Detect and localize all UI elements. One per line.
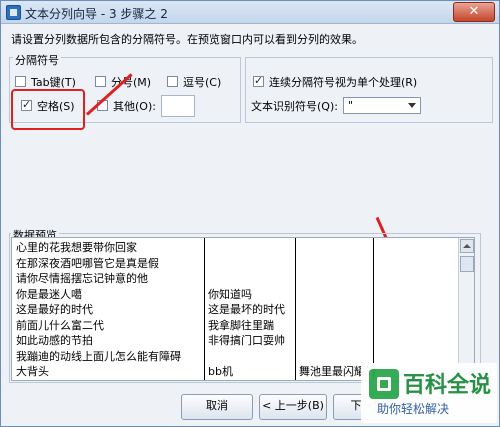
preview-row: 在那深夜酒吧哪管它是真是假 [12, 256, 458, 271]
preview-cell: 前面儿什么富二代 [16, 318, 104, 332]
comma-checkbox[interactable] [167, 76, 178, 87]
scroll-up-icon[interactable] [460, 239, 474, 253]
cancel-button[interactable]: 取消 [181, 394, 253, 420]
qualifier-label: 文本识别符号(Q): [251, 100, 338, 113]
delimiter-group-label: 分隔符号 [13, 52, 61, 68]
watermark-subtitle: 助你轻松解决 [377, 402, 450, 416]
watermark-logo-icon [369, 369, 399, 399]
preview-scrollbar[interactable] [458, 238, 474, 380]
preview-cell: 你知道吗 [208, 287, 252, 301]
preview-cell: 我拿脚往里踹 [208, 318, 274, 332]
preview-cell: 非得搞门口耍帅 [208, 334, 285, 347]
preview-cell: 这是最坏的时代 [208, 303, 285, 316]
preview-row: 如此动感的节拍 非得搞门口耍帅 [12, 333, 458, 348]
text-to-columns-dialog: 文本分列向导 - 3 步骤之 2 ✕ 请设置分列数据所包含的分隔符号。在预览窗口… [0, 0, 500, 427]
preview-cell: 大背头 [16, 365, 49, 378]
comma-label: 逗号(C) [183, 76, 222, 89]
preview-cell: 如此动感的节拍 [16, 334, 93, 347]
instruction-text: 请设置分列数据所包含的分隔符号。在预览窗口内可以看到分列的效果。 [11, 33, 363, 46]
preview-row: 请你尽情摇摆忘记钟意的他 [12, 271, 458, 286]
scroll-thumb[interactable] [460, 256, 474, 272]
qualifier-value: " [348, 99, 354, 112]
preview-cell: 心里的花我想要带你回家 [16, 241, 137, 254]
qualifier-select[interactable]: " [343, 97, 421, 114]
data-preview[interactable]: 心里的花我想要带你回家 在那深夜酒吧哪管它是真是假 请你尽情摇摆忘记钟意的他 你是最迷… [11, 237, 475, 381]
watermark-title: 百科全说 [403, 373, 492, 398]
preview-row: 我蹦迪的动线上面儿怎么能有障碍 [12, 349, 458, 364]
title-bar: 文本分列向导 - 3 步骤之 2 ✕ [1, 1, 499, 24]
preview-row: 这是最好的时代 这是最坏的时代 [12, 302, 458, 317]
preview-cell: 这是最好的时代 [16, 303, 93, 316]
app-icon [6, 5, 21, 20]
preview-cell: 在那深夜酒吧哪管它是真是假 [16, 256, 159, 270]
preview-row: 心里的花我想要带你回家 [12, 240, 458, 255]
consecutive-checkbox[interactable] [253, 74, 264, 87]
window-title: 文本分列向导 - 3 步骤之 2 [25, 7, 168, 21]
semicolon-checkbox[interactable] [95, 76, 106, 87]
close-button[interactable]: ✕ [453, 2, 495, 22]
tab-checkbox[interactable] [15, 76, 26, 87]
preview-cell: 请你尽情摇摆忘记钟意的他 [16, 272, 148, 285]
preview-cell: 我蹦迪的动线上面儿怎么能有障碍 [16, 349, 181, 363]
watermark: 百科全说 助你轻松解决 [361, 363, 497, 423]
preview-row: 前面儿什么富二代 我拿脚往里踹 [12, 318, 458, 333]
other-label: 其他(O): [113, 100, 156, 113]
preview-row: 你是最迷人噶 你知道吗 [12, 287, 458, 302]
preview-cell: bb机 [208, 365, 233, 378]
consecutive-label: 连续分隔符号视为单个处理(R) [269, 76, 418, 89]
space-highlight-annotation [11, 89, 85, 130]
other-delimiter-input[interactable] [161, 95, 195, 117]
back-button[interactable]: < 上一步(B) [259, 394, 327, 420]
chevron-down-icon [408, 103, 416, 108]
tab-label: Tab键(T) [31, 76, 76, 89]
preview-cell: 你是最迷人噶 [16, 287, 82, 301]
